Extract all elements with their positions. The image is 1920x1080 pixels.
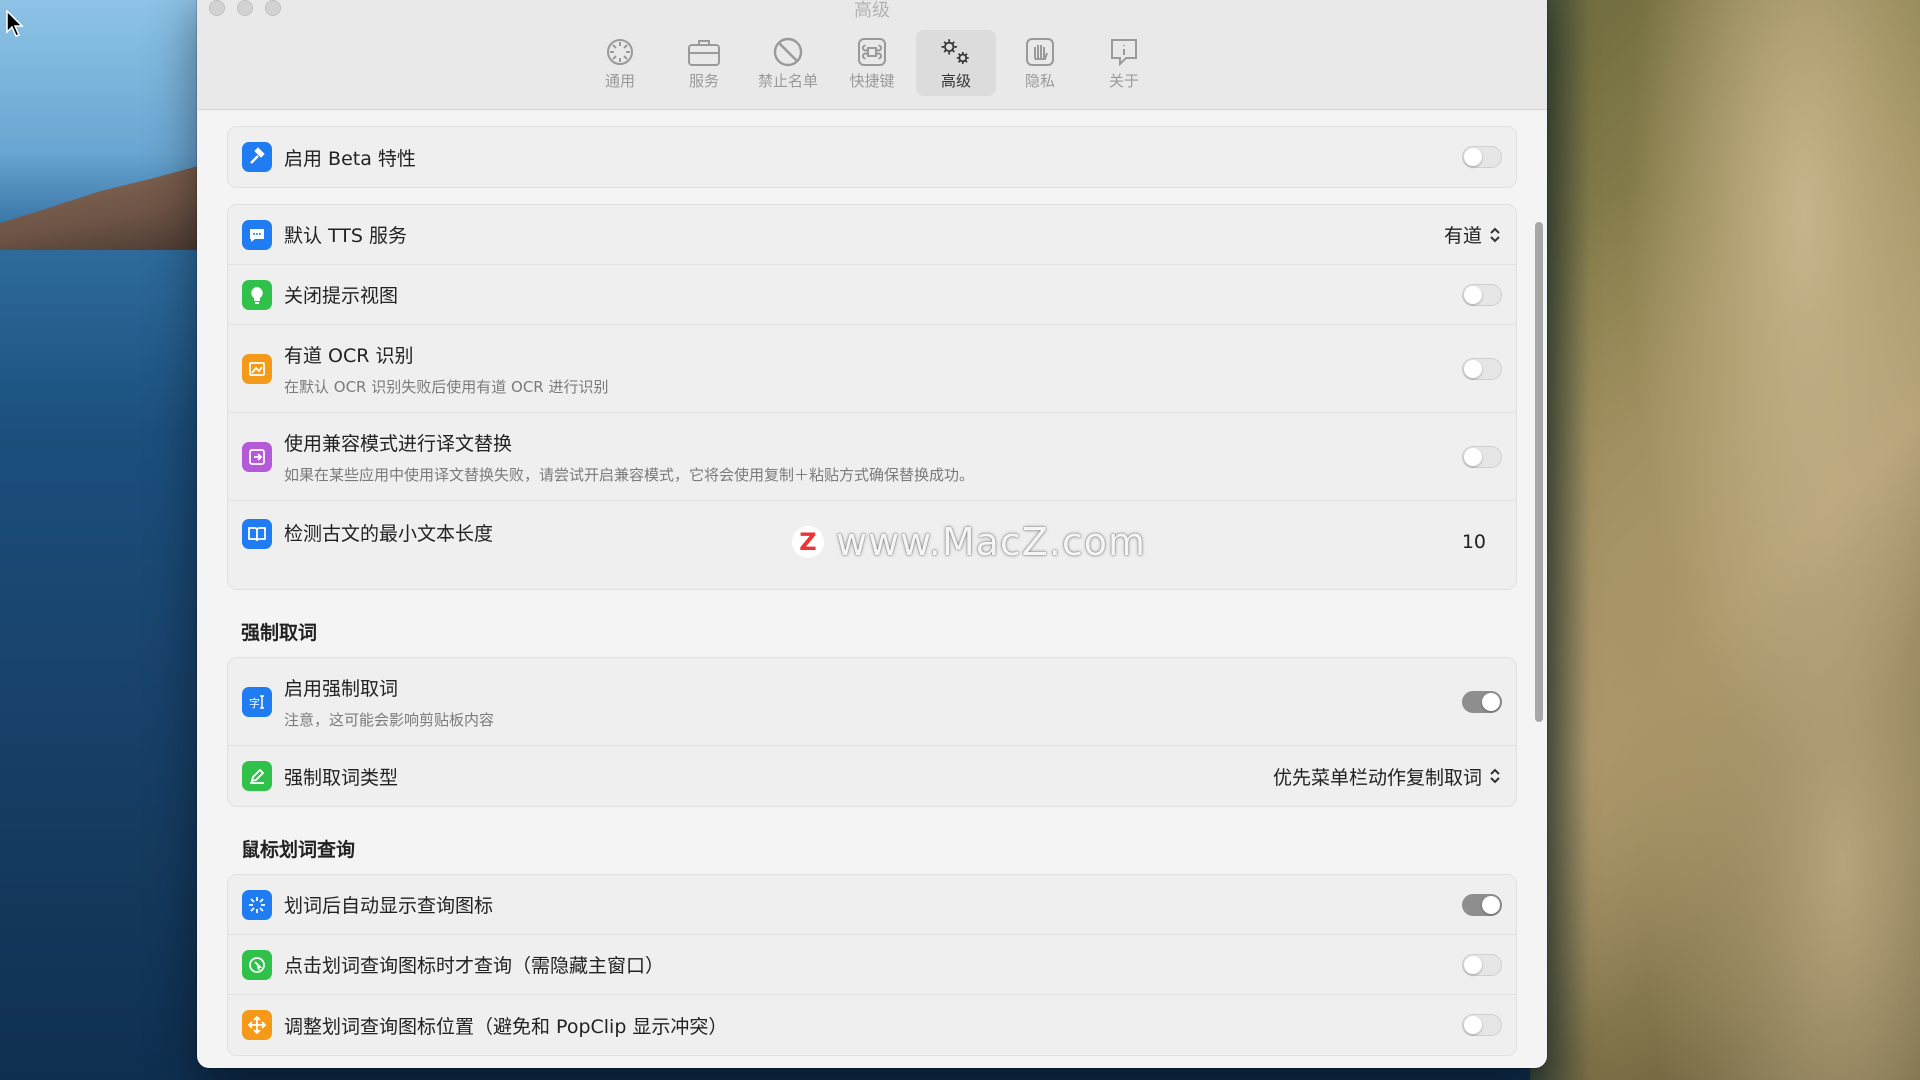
tab-label: 高级 <box>940 72 971 90</box>
tts-service-select[interactable]: 有道 <box>1444 221 1502 248</box>
setting-row-compat: 使用兼容模式进行译文替换 如果在某些应用中使用译文替换失败，请尝试开启兼容模式，… <box>228 413 1516 501</box>
setting-description: 注意，这可能会影响剪贴板内容 <box>284 710 495 729</box>
hammer-icon <box>242 142 272 172</box>
setting-label: 点击划词查询图标时才查询（需隐藏主窗口） <box>284 955 665 977</box>
watermark-text: www.MacZ.com <box>836 520 1147 564</box>
gear-outline-icon <box>603 36 637 68</box>
setting-label: 启用强制取词 <box>284 677 399 700</box>
hand-icon <box>1023 36 1057 68</box>
compat-mode-toggle[interactable] <box>1462 445 1502 468</box>
click-pointer-icon <box>242 949 272 980</box>
force-capture-toggle[interactable] <box>1462 690 1502 713</box>
setting-label: 关闭提示视图 <box>284 285 399 307</box>
row-texts: 强制取词类型 <box>284 763 1273 790</box>
section-title-mouse: 鼠标划词查询 <box>241 839 356 861</box>
tab-advanced[interactable]: 高级 <box>916 30 996 96</box>
setting-row-beta: 启用 Beta 特性 <box>228 127 1516 187</box>
svg-text:字: 字 <box>249 696 260 710</box>
lightbulb-icon <box>242 279 272 310</box>
tab-services[interactable]: 服务 <box>664 30 744 96</box>
tab-blocklist[interactable]: 禁止名单 <box>748 30 828 96</box>
setting-row-auto-icon: 划词后自动显示查询图标 <box>228 875 1516 935</box>
speech-bubble-icon <box>242 219 272 250</box>
row-texts: 调整划词查询图标位置（避免和 PopClip 显示冲突） <box>284 1012 1462 1039</box>
prohibited-icon <box>771 36 805 68</box>
row-texts: 使用兼容模式进行译文替换 如果在某些应用中使用译文替换失败，请尝试开启兼容模式，… <box>284 429 1462 485</box>
preferences-toolbar: 通用 服务 禁止名单 快捷键 高级 隐私 关于 <box>197 30 1547 96</box>
setting-label: 划词后自动显示查询图标 <box>284 895 494 917</box>
sparkle-cursor-icon <box>242 889 272 920</box>
ocr-scan-icon <box>242 353 272 384</box>
mouse-group: 划词后自动显示查询图标 点击划词查询图标时才查询（需隐藏主窗口） 调整划词查询图 <box>227 874 1517 1056</box>
setting-row-force-enable: 字 启用强制取词 注意，这可能会影响剪贴板内容 <box>228 658 1516 746</box>
tab-shortcuts[interactable]: 快捷键 <box>832 30 912 96</box>
book-icon <box>242 519 272 549</box>
auto-icon-toggle[interactable] <box>1462 893 1502 916</box>
force-group: 字 启用强制取词 注意，这可能会影响剪贴板内容 强制取词类型 优先菜单栏动作复制… <box>227 657 1517 807</box>
setting-description: 在默认 OCR 识别失败后使用有道 OCR 进行识别 <box>284 377 609 396</box>
coastal-hills <box>0 160 220 250</box>
tab-label: 通用 <box>604 72 635 90</box>
setting-row-adjust-pos: 调整划词查询图标位置（避免和 PopClip 显示冲突） <box>228 995 1516 1055</box>
pencil-icon <box>242 761 272 791</box>
move-arrows-icon <box>242 1010 272 1040</box>
min-length-value[interactable]: 10 <box>1462 531 1486 553</box>
vertical-scrollbar[interactable] <box>1535 222 1543 722</box>
tab-label: 关于 <box>1108 72 1139 90</box>
setting-label: 默认 TTS 服务 <box>284 225 408 247</box>
select-value: 有道 <box>1443 225 1482 247</box>
row-texts: 有道 OCR 识别 在默认 OCR 识别失败后使用有道 OCR 进行识别 <box>284 341 1462 397</box>
setting-label: 使用兼容模式进行译文替换 <box>284 432 513 455</box>
setting-row-hint: 关闭提示视图 <box>228 265 1516 325</box>
tab-label: 禁止名单 <box>757 72 818 90</box>
select-value: 优先菜单栏动作复制取词 <box>1272 766 1482 789</box>
ocr-toggle[interactable] <box>1462 357 1502 380</box>
updown-chevron-icon <box>1490 768 1500 784</box>
row-texts: 划词后自动显示查询图标 <box>284 891 1462 918</box>
click-query-toggle[interactable] <box>1462 953 1502 976</box>
watermark-logo: Z <box>792 526 824 558</box>
setting-row-force-type: 强制取词类型 优先菜单栏动作复制取词 <box>228 746 1516 806</box>
tab-label: 快捷键 <box>849 72 895 90</box>
row-texts: 启用 Beta 特性 <box>284 144 1462 171</box>
setting-description: 如果在某些应用中使用译文替换失败，请尝试开启兼容模式，它将会使用复制＋粘贴方式确… <box>284 465 975 484</box>
setting-row-ocr: 有道 OCR 识别 在默认 OCR 识别失败后使用有道 OCR 进行识别 <box>228 325 1516 413</box>
info-icon <box>1107 36 1141 68</box>
setting-label: 启用 Beta 特性 <box>284 147 416 170</box>
row-texts: 默认 TTS 服务 <box>284 221 1444 248</box>
titlebar: 高级 通用 服务 禁止名单 快捷键 高级 隐私 关于 <box>197 0 1547 110</box>
tab-label: 服务 <box>688 72 719 90</box>
beta-group: 启用 Beta 特性 <box>227 126 1517 188</box>
tab-label: 隐私 <box>1024 72 1055 90</box>
tab-privacy[interactable]: 隐私 <box>1000 30 1080 96</box>
settings-content: 启用 Beta 特性 默认 TTS 服务 有道 关闭提示视图 有道 OCR 识别… <box>197 110 1547 1068</box>
row-texts: 点击划词查询图标时才查询（需隐藏主窗口） <box>284 951 1462 978</box>
hint-view-toggle[interactable] <box>1462 283 1502 306</box>
gears-icon <box>939 36 973 68</box>
watermark: Z www.MacZ.com <box>792 520 1146 564</box>
mouse-cursor-icon <box>6 10 24 37</box>
adjust-position-toggle[interactable] <box>1462 1014 1502 1036</box>
tab-general[interactable]: 通用 <box>580 30 660 96</box>
row-texts: 关闭提示视图 <box>284 281 1462 308</box>
force-type-select[interactable]: 优先菜单栏动作复制取词 <box>1273 763 1502 790</box>
setting-row-click-query: 点击划词查询图标时才查询（需隐藏主窗口） <box>228 935 1516 995</box>
setting-label: 强制取词类型 <box>284 766 399 789</box>
updown-chevron-icon <box>1490 227 1500 242</box>
text-cursor-icon: 字 <box>242 686 272 717</box>
window-title: 高级 <box>854 0 890 21</box>
setting-label: 调整划词查询图标位置（避免和 PopClip 显示冲突） <box>284 1015 728 1038</box>
briefcase-icon <box>687 36 721 68</box>
replace-arrow-icon <box>242 441 272 472</box>
setting-row-tts: 默认 TTS 服务 有道 <box>228 205 1516 265</box>
beta-toggle[interactable] <box>1462 146 1502 168</box>
command-key-icon <box>855 36 889 68</box>
row-texts: 启用强制取词 注意，这可能会影响剪贴板内容 <box>284 674 1462 730</box>
setting-label: 有道 OCR 识别 <box>284 344 414 367</box>
tab-about[interactable]: 关于 <box>1084 30 1164 96</box>
section-title-force: 强制取词 <box>241 622 318 644</box>
